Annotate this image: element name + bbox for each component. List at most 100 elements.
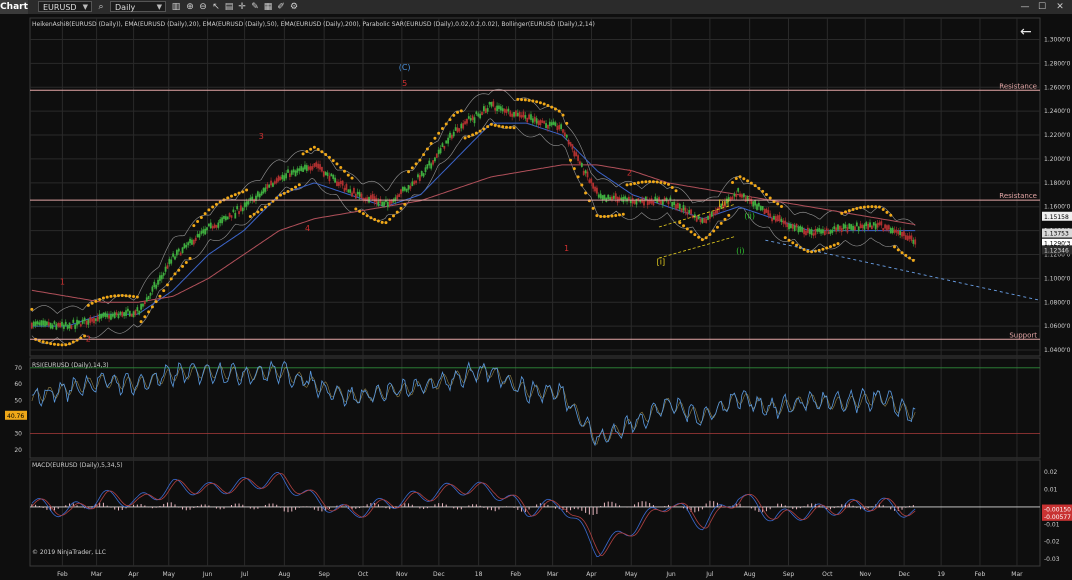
parabolic-sar-dot	[636, 181, 640, 185]
candle	[326, 172, 329, 177]
candle	[187, 242, 190, 246]
candle	[786, 223, 789, 228]
parabolic-sar-dot	[550, 105, 554, 109]
close-icon[interactable]: ✕	[1053, 1, 1067, 13]
zoom-out-icon[interactable]: ⊖	[197, 1, 209, 13]
parabolic-sar-dot	[746, 179, 750, 183]
parabolic-sar-dot	[226, 196, 230, 200]
indicators-icon[interactable]: ⚙	[288, 1, 300, 13]
parabolic-sar-dot	[874, 205, 878, 209]
candle	[895, 229, 898, 233]
x-tick-label: Nov	[396, 571, 408, 578]
template-icon[interactable]: ▦	[262, 1, 274, 13]
parabolic-sar-dot	[444, 122, 448, 126]
instrument-select[interactable]: EURUSD ▼	[38, 1, 92, 12]
candle	[773, 215, 775, 220]
candle	[430, 163, 433, 169]
parabolic-sar-dot	[663, 181, 667, 185]
parabolic-sar-dot	[670, 186, 674, 190]
candle	[247, 200, 250, 205]
candle	[731, 196, 734, 200]
candle	[586, 171, 589, 178]
candle	[533, 116, 536, 122]
candle	[840, 228, 843, 232]
candle	[567, 139, 570, 145]
candle	[575, 152, 578, 157]
candle	[153, 281, 156, 288]
chart-tab[interactable]: Chart	[0, 0, 28, 14]
zoom-in-icon[interactable]: ⊕	[184, 1, 196, 13]
parabolic-sar-dot	[576, 175, 580, 179]
candle	[332, 174, 335, 179]
back-arrow-icon[interactable]: ←	[1020, 24, 1032, 40]
parabolic-sar-dot	[199, 215, 203, 219]
parabolic-sar-dot	[569, 158, 573, 162]
parabolic-sar-dot	[203, 212, 207, 216]
candle	[855, 222, 858, 227]
parabolic-sar-dot	[520, 98, 524, 102]
candle	[138, 310, 141, 315]
parabolic-sar-dot	[508, 126, 512, 130]
crosshair-icon[interactable]: ✛	[236, 1, 248, 13]
minimize-icon[interactable]: —	[1018, 1, 1032, 13]
parabolic-sar-dot	[693, 233, 697, 237]
parabolic-sar-dot	[738, 175, 742, 179]
candle	[547, 124, 549, 129]
candle	[481, 112, 483, 116]
edit-icon[interactable]: ✐	[275, 1, 287, 13]
candle	[290, 170, 293, 175]
candle	[70, 325, 73, 330]
interval-select[interactable]: Daily ▼	[110, 1, 166, 12]
parabolic-sar-dot	[538, 101, 542, 105]
candle	[833, 226, 836, 230]
candle	[893, 229, 896, 233]
candle	[467, 116, 470, 119]
parabolic-sar-dot	[309, 147, 313, 151]
search-icon[interactable]: ⌕	[95, 1, 107, 13]
properties-icon[interactable]: ▤	[223, 1, 235, 13]
maximize-icon[interactable]: ☐	[1035, 1, 1049, 13]
candle	[699, 218, 702, 223]
parabolic-sar-dot	[260, 208, 264, 212]
parabolic-sar-dot	[806, 249, 810, 253]
parabolic-sar-dot	[655, 180, 659, 184]
candle	[477, 113, 480, 117]
candle	[688, 210, 691, 214]
price-indicators-label: HeikenAshi8(EURUSD (Daily)), EMA(EURUSD …	[32, 21, 595, 28]
parabolic-sar-dot	[561, 113, 565, 117]
wave-label: 2	[627, 169, 632, 178]
pointer-icon[interactable]: ↖	[210, 1, 222, 13]
parabolic-sar-dot	[682, 224, 686, 228]
chart-area[interactable]: Resistance Resistance Support (C) 5 3 4 1 2 2 1 [i]…	[0, 14, 1072, 580]
parabolic-sar-dot	[116, 294, 120, 298]
candle	[398, 194, 401, 197]
parabolic-sar-dot	[143, 315, 147, 319]
bar-chart-icon[interactable]: ▥	[170, 1, 182, 13]
candle	[379, 198, 382, 203]
drawing-tools-icon[interactable]: ✎	[249, 1, 261, 13]
candle	[337, 182, 340, 186]
candle	[162, 272, 165, 276]
interval-value: Daily	[115, 3, 136, 12]
candle	[479, 113, 482, 119]
candle	[531, 118, 534, 123]
parabolic-sar-dot	[742, 177, 746, 181]
level-label: Support	[1009, 331, 1037, 339]
rsi-tick-label: 30	[14, 430, 22, 437]
candle	[238, 211, 240, 215]
wave-label: (i)	[736, 246, 744, 255]
parabolic-sar-dot	[165, 283, 169, 287]
candle	[571, 144, 574, 150]
parabolic-sar-dot	[41, 340, 45, 344]
parabolic-sar-dot	[618, 213, 622, 217]
x-tick-label: May	[163, 571, 176, 578]
parabolic-sar-dot	[659, 180, 663, 184]
candle	[115, 312, 118, 316]
rsi-flag-label: 40.76	[7, 413, 24, 420]
candle	[588, 179, 591, 183]
candle	[418, 175, 421, 181]
parabolic-sar-dot	[761, 189, 765, 193]
parabolic-sar-dot	[734, 176, 738, 180]
candle	[797, 226, 800, 233]
candle	[166, 265, 169, 269]
